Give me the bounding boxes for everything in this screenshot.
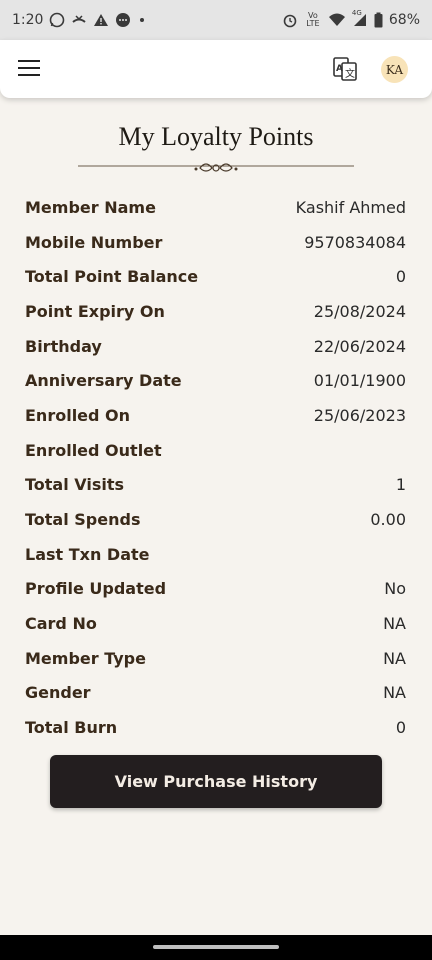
info-value: No: [384, 579, 406, 599]
status-bar: 1:20 Vo LTE 4G 68%: [0, 0, 432, 40]
info-value: 01/01/1900: [313, 371, 406, 391]
battery-percent: 68%: [388, 12, 420, 28]
ornament-divider-icon: [78, 158, 354, 178]
svg-text:文: 文: [345, 67, 355, 80]
info-row-total-spends: Total Spends 0.00: [25, 502, 406, 537]
info-row-total-burn: Total Burn 0: [25, 710, 406, 745]
info-label: Total Spends: [25, 510, 141, 530]
status-time: 1:20: [12, 12, 44, 28]
app-header: A 文 KA: [0, 40, 432, 98]
volte-icon: Vo LTE: [306, 11, 320, 28]
loyalty-info-list: Member Name Kashif Ahmed Mobile Number 9…: [25, 190, 406, 745]
info-value: 9570834084: [304, 232, 406, 252]
info-label: Point Expiry On: [25, 301, 165, 321]
info-label: Total Visits: [25, 475, 125, 495]
page-title: My Loyalty Points: [118, 122, 314, 151]
translate-icon[interactable]: A 文: [332, 56, 358, 82]
info-row-card-no: Card No NA: [25, 606, 406, 641]
info-label: Member Type: [25, 648, 146, 668]
info-row-birthday: Birthday 22/06/2024: [25, 329, 406, 364]
info-row-mobile-number: Mobile Number 9570834084: [25, 225, 406, 260]
svg-text:A: A: [336, 64, 343, 74]
signal-icon: 4G: [351, 9, 368, 28]
avatar[interactable]: KA: [381, 56, 408, 83]
dot-icon: [137, 12, 147, 28]
status-bar-left: 1:20: [12, 12, 147, 28]
home-indicator[interactable]: [153, 945, 279, 949]
info-value: NA: [383, 648, 406, 668]
info-label: Anniversary Date: [25, 371, 182, 391]
info-row-member-type: Member Type NA: [25, 641, 406, 676]
info-value: 1: [395, 475, 406, 495]
wifi-icon: [328, 12, 346, 28]
info-value: NA: [383, 683, 406, 703]
info-row-enrolled-on: Enrolled On 25/06/2023: [25, 398, 406, 433]
info-row-gender: Gender NA: [25, 676, 406, 711]
info-label: Card No: [25, 614, 97, 634]
info-row-profile-updated: Profile Updated No: [25, 572, 406, 607]
info-value: 0: [395, 267, 406, 287]
info-label: Member Name: [25, 197, 156, 217]
info-value: NA: [383, 614, 406, 634]
info-row-point-expiry: Point Expiry On 25/08/2024: [25, 294, 406, 329]
info-row-total-point-balance: Total Point Balance 0: [25, 259, 406, 294]
info-label: Last Txn Date: [25, 544, 150, 564]
status-bar-right: Vo LTE 4G 68%: [282, 9, 420, 28]
info-row-enrolled-outlet: Enrolled Outlet: [25, 433, 406, 468]
whatsapp-icon: [49, 12, 65, 28]
info-label: Birthday: [25, 336, 102, 356]
info-value: 25/08/2024: [313, 301, 406, 321]
info-row-anniversary-date: Anniversary Date 01/01/1900: [25, 363, 406, 398]
info-label: Gender: [25, 683, 91, 703]
alarm-icon: [282, 12, 298, 28]
info-label: Total Burn: [25, 718, 118, 738]
hamburger-menu-icon[interactable]: [18, 60, 40, 78]
navigation-bar: [0, 935, 432, 960]
info-value: 0.00: [370, 510, 406, 530]
info-label: Profile Updated: [25, 579, 167, 599]
message-icon: [115, 12, 131, 28]
info-row-total-visits: Total Visits 1: [25, 468, 406, 503]
info-row-last-txn-date: Last Txn Date: [25, 537, 406, 572]
view-purchase-history-button[interactable]: View Purchase History: [50, 755, 382, 808]
info-value: 25/06/2023: [313, 405, 406, 425]
info-value: 0: [395, 718, 406, 738]
info-row-member-name: Member Name Kashif Ahmed: [25, 190, 406, 225]
signal-label: 4G: [351, 9, 362, 17]
missed-call-icon: [71, 12, 87, 28]
warning-icon: [93, 12, 109, 28]
info-label: Total Point Balance: [25, 267, 199, 287]
info-value: 22/06/2024: [313, 336, 406, 356]
battery-icon: [374, 12, 383, 28]
info-label: Mobile Number: [25, 232, 163, 252]
info-value: Kashif Ahmed: [295, 197, 406, 217]
info-label: Enrolled On: [25, 405, 131, 425]
info-label: Enrolled Outlet: [25, 440, 162, 460]
